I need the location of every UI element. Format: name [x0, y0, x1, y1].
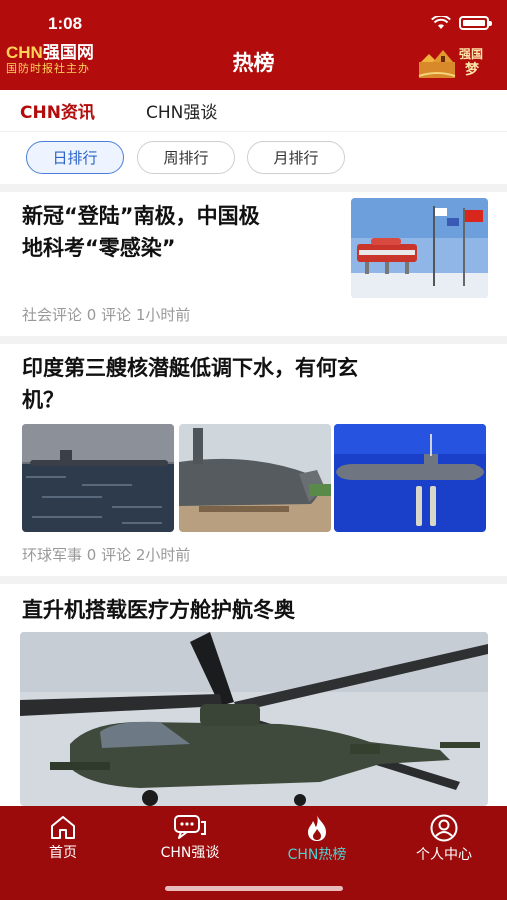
nav-home-label: 首页	[49, 845, 77, 861]
news-title: 直升机搭载医疗方舱护航冬奥	[22, 598, 295, 622]
nav-chn-hot-label: CHN热榜	[287, 847, 347, 863]
tab-chn-talk[interactable]: CHN强谈	[146, 98, 217, 128]
news-thumbnail-antarctic-station	[351, 198, 488, 298]
tab-chn-news[interactable]: CHN资讯	[20, 98, 95, 134]
nav-chn-talk-label: CHN强谈	[160, 845, 220, 861]
status-time: 1:08	[48, 14, 83, 33]
filter-daily-button[interactable]: 日排行	[26, 141, 124, 174]
nav-chn-talk[interactable]: CHN强谈	[127, 806, 253, 872]
app-header: 1:08 CHN强国网 国防时报社主办 热榜 强国 梦	[0, 0, 507, 90]
news-thumbnail-submarine-dock	[179, 424, 331, 532]
nav-profile[interactable]: 个人中心	[381, 806, 507, 872]
category-tabs: CHN资讯 CHN强谈	[0, 90, 507, 134]
news-thumbnail-submarine-diagram	[334, 424, 486, 532]
divider	[0, 336, 507, 344]
svg-text:强国: 强国	[459, 47, 483, 61]
news-title: 印度第三艘核潜艇低调下水，有何玄 机？	[22, 356, 358, 412]
home-icon	[51, 816, 75, 839]
nav-profile-label: 个人中心	[416, 847, 472, 863]
filter-monthly-button[interactable]: 月排行	[247, 141, 345, 174]
svg-text:梦: 梦	[465, 61, 480, 78]
news-item[interactable]: 新冠“登陆”南极，中国极 地科考“零感染” 社会评论 0 评论 1小时前	[0, 192, 507, 336]
news-meta: 环球军事 0 评论 2小时前	[22, 546, 191, 564]
news-thumbnail-submarine-sea	[22, 424, 174, 532]
divider	[0, 184, 507, 192]
ranking-filters: 日排行 周排行 月排行	[0, 132, 507, 184]
user-icon	[430, 814, 458, 842]
wifi-icon	[431, 16, 451, 29]
news-thumbnail-helicopter	[20, 632, 488, 806]
news-meta: 社会评论 0 评论 1小时前	[22, 306, 191, 324]
news-item[interactable]: 印度第三艘核潜艇低调下水，有何玄 机？ 环球军事 0 评论 2小时前	[0, 344, 507, 576]
nav-chn-hot[interactable]: CHN热榜	[254, 806, 380, 872]
dream-logo: 强国 梦	[417, 40, 495, 80]
flame-icon	[308, 815, 326, 841]
status-icons	[431, 16, 492, 30]
nav-home[interactable]: 首页	[0, 806, 126, 872]
battery-icon	[459, 16, 492, 30]
news-item[interactable]: 直升机搭载医疗方舱护航冬奥	[0, 584, 507, 806]
filter-weekly-button[interactable]: 周排行	[137, 141, 235, 174]
home-indicator[interactable]	[165, 886, 343, 891]
news-title: 新冠“登陆”南极，中国极 地科考“零感染”	[22, 204, 260, 260]
chat-icon	[174, 815, 206, 839]
divider	[0, 576, 507, 584]
